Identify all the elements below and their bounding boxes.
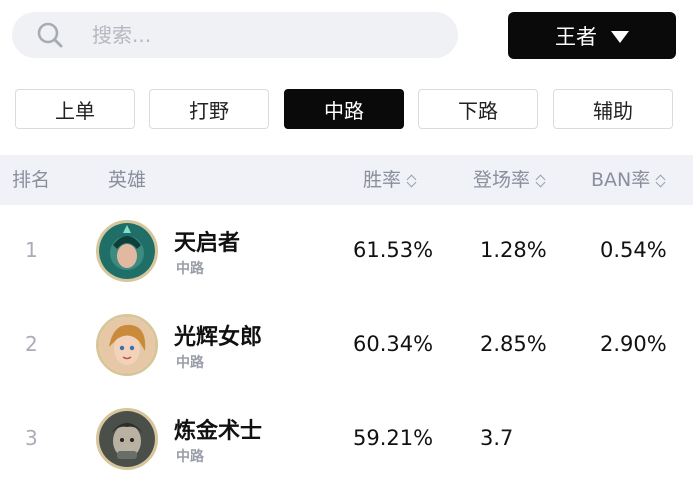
hero-name: 炼金术士 [174,419,263,444]
tab-mid[interactable]: 中路 [284,89,404,129]
hero-name: 光辉女郎 [174,325,263,350]
tab-top[interactable]: 上单 [15,89,135,129]
header-rank: 排名 [12,169,51,191]
search-input[interactable]: 搜索... [92,23,151,47]
tab-jungle[interactable]: 打野 [149,89,269,129]
sort-icon [656,173,666,189]
header-hero: 英雄 [108,169,147,191]
win-rate-value: 59.21% [353,426,434,450]
table-row[interactable]: 1 天启者 中路 61.53% 1.28% 0.54% [0,205,693,299]
ban-rate-value: 0.54% [600,238,667,262]
tab-bottom[interactable]: 下路 [418,89,538,129]
rank-number: 1 [25,238,38,262]
search-icon [37,22,63,48]
hero-role: 中路 [176,449,204,465]
table-header: 排名 英雄 胜率 登场率 BAN率 [0,155,693,205]
hero-avatar [96,408,158,470]
hero-role: 中路 [176,261,204,277]
search-bar[interactable]: 搜索... [12,12,458,58]
rank-dropdown-label: 王者 [555,24,597,49]
rank-number: 3 [25,426,38,450]
win-rate-value: 60.34% [353,332,434,356]
hero-avatar [96,314,158,376]
ban-rate-value: 2.90% [600,332,667,356]
sort-icon [407,173,417,189]
header-pick-rate[interactable]: 登场率 [473,168,546,192]
pick-rate-value: 1.28% [480,238,547,262]
rank-dropdown[interactable]: 王者 [508,12,676,59]
watermark-overlay [508,388,693,483]
pick-rate-value: 2.85% [480,332,547,356]
rank-number: 2 [25,332,38,356]
caret-down-icon [611,30,629,43]
hero-avatar [96,220,158,282]
hero-name: 天启者 [174,231,241,256]
table-row[interactable]: 2 光辉女郎 中路 60.34% 2.85% 2.90% [0,299,693,393]
win-rate-value: 61.53% [353,238,434,262]
header-ban-rate[interactable]: BAN率 [591,168,666,192]
header-win-rate[interactable]: 胜率 [363,168,417,192]
tab-support[interactable]: 辅助 [553,89,673,129]
hero-role: 中路 [176,355,204,371]
sort-icon [536,173,546,189]
lane-tabs: 上单 打野 中路 下路 辅助 [0,89,693,129]
